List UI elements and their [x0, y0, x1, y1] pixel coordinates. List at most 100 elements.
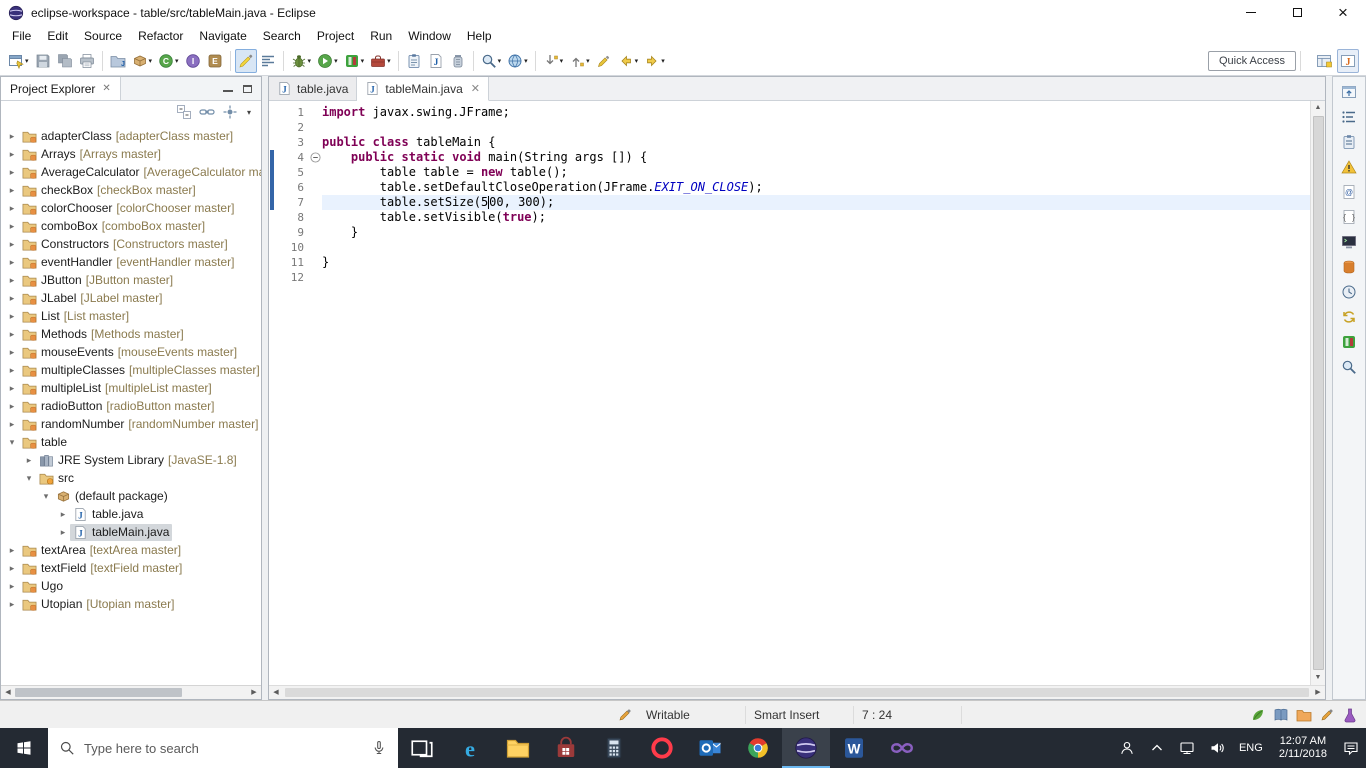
- scroll-track[interactable]: [15, 686, 247, 699]
- taskbar-chrome-icon[interactable]: [734, 728, 782, 768]
- mark-occurrences-button[interactable]: [234, 48, 257, 73]
- tree-item-textarea[interactable]: ▸ textArea [textArea master]: [1, 541, 261, 559]
- new-wizard-button[interactable]: ▾: [5, 49, 32, 73]
- dropdown-arrow-icon[interactable]: ▾: [586, 57, 590, 65]
- fold-collapse-icon[interactable]: [310, 152, 321, 163]
- new-task-button[interactable]: [403, 49, 425, 73]
- dropdown-arrow-icon[interactable]: ▾: [524, 57, 528, 65]
- tree-item-table-java[interactable]: ▸ table.java: [1, 505, 261, 523]
- taskbar-edge-icon[interactable]: [446, 728, 494, 768]
- microphone-icon[interactable]: [371, 740, 387, 756]
- menu-window[interactable]: Window: [400, 27, 459, 45]
- tree-item-jlabel[interactable]: ▸ JLabel [JLabel master]: [1, 289, 261, 307]
- problems-view-icon[interactable]: [1338, 157, 1360, 176]
- open-type-button[interactable]: [425, 49, 447, 73]
- close-tab-icon[interactable]: ✕: [471, 82, 480, 95]
- link-with-editor-icon[interactable]: [199, 104, 215, 120]
- next-annotation-button[interactable]: ▾: [540, 49, 567, 73]
- tree-item-table[interactable]: ▾ table: [1, 433, 261, 451]
- code-line-6[interactable]: 6 table.setDefaultCloseOperation(JFrame.…: [269, 180, 1310, 195]
- code-line-1[interactable]: 1 import javax.swing.JFrame;: [269, 105, 1310, 120]
- tree-item-radiobutton[interactable]: ▸ radioButton [radioButton master]: [1, 397, 261, 415]
- coverage-view-icon[interactable]: [1338, 332, 1360, 351]
- scroll-down-icon[interactable]: ▼: [1315, 671, 1322, 685]
- tree-item-ugo[interactable]: ▸ Ugo: [1, 577, 261, 595]
- scroll-up-icon[interactable]: ▲: [1315, 101, 1322, 115]
- menu-help[interactable]: Help: [459, 27, 500, 45]
- tree-item-checkbox[interactable]: ▸ checkBox [checkBox master]: [1, 181, 261, 199]
- menu-search[interactable]: Search: [255, 27, 309, 45]
- code-line-10[interactable]: 10: [269, 240, 1310, 255]
- dropdown-arrow-icon[interactable]: ▾: [361, 57, 365, 65]
- menu-edit[interactable]: Edit: [39, 27, 76, 45]
- view-menu-icon[interactable]: ▾: [245, 108, 253, 117]
- collapse-all-icon[interactable]: [176, 104, 192, 120]
- tree-item-constructors[interactable]: ▸ Constructors [Constructors master]: [1, 235, 261, 253]
- scroll-left-icon[interactable]: ◀: [269, 686, 283, 700]
- dropdown-arrow-icon[interactable]: ▾: [387, 57, 391, 65]
- new-package-button[interactable]: ▾: [129, 49, 156, 73]
- leaf-icon[interactable]: [1250, 707, 1266, 723]
- dropdown-arrow-icon[interactable]: ▾: [635, 57, 639, 65]
- taskbar-file-explorer-icon[interactable]: [494, 728, 542, 768]
- taskbar-microsoft-store-icon[interactable]: [542, 728, 590, 768]
- dropdown-arrow-icon[interactable]: ▾: [25, 57, 29, 65]
- chevron-icon[interactable]: ▸: [5, 545, 19, 556]
- chevron-icon[interactable]: ▸: [5, 329, 19, 340]
- pencil-icon[interactable]: [1319, 707, 1335, 723]
- volume-icon[interactable]: [1202, 740, 1232, 756]
- history-view-icon[interactable]: [1338, 282, 1360, 301]
- language-indicator[interactable]: ENG: [1232, 742, 1270, 754]
- forward-button[interactable]: ▾: [641, 49, 668, 73]
- minimize-view-icon[interactable]: [223, 85, 233, 92]
- taskbar-task-view-icon[interactable]: [398, 728, 446, 768]
- book-icon[interactable]: [1273, 707, 1289, 723]
- chevron-icon[interactable]: ▸: [5, 185, 19, 196]
- run-external-tools-button[interactable]: ▾: [367, 49, 394, 73]
- dropdown-arrow-icon[interactable]: ▾: [661, 57, 665, 65]
- code-line-11[interactable]: 11}: [269, 255, 1310, 270]
- maximize-button[interactable]: [1274, 0, 1320, 25]
- chevron-icon[interactable]: ▸: [5, 275, 19, 286]
- tree-item-list[interactable]: ▸ List [List master]: [1, 307, 261, 325]
- create-jar-button[interactable]: [447, 49, 469, 73]
- tree-item-averagecalculator[interactable]: ▸ AverageCalculator[AverageCalculator mas…: [1, 163, 261, 181]
- print-button[interactable]: [76, 49, 98, 73]
- code-line-5[interactable]: 5 table table = new table();: [269, 165, 1310, 180]
- quick-access-button[interactable]: Quick Access: [1207, 50, 1296, 71]
- git-staging-view-icon[interactable]: [1338, 257, 1360, 276]
- new-interface-button[interactable]: [182, 49, 204, 73]
- tree-item-eventhandler[interactable]: ▸ eventHandler [eventHandler master]: [1, 253, 261, 271]
- chevron-icon[interactable]: ▸: [5, 221, 19, 232]
- dropdown-arrow-icon[interactable]: ▾: [560, 57, 564, 65]
- tree-item-methods[interactable]: ▸ Methods [Methods master]: [1, 325, 261, 343]
- search-view-icon[interactable]: [1338, 357, 1360, 376]
- format-source-button[interactable]: [257, 49, 279, 73]
- code-editor[interactable]: 1 import javax.swing.JFrame; 2 3 public clas…: [269, 101, 1310, 685]
- close-view-icon[interactable]: ✕: [102, 83, 110, 94]
- taskbar-eclipse-icon[interactable]: [782, 728, 830, 768]
- scroll-thumb[interactable]: [285, 688, 1309, 697]
- tree-item-utopian[interactable]: ▸ Utopian [Utopian master]: [1, 595, 261, 613]
- scroll-right-icon[interactable]: ▶: [1311, 686, 1325, 700]
- javadoc-view-icon[interactable]: [1338, 182, 1360, 201]
- taskbar-calculator-icon[interactable]: [590, 728, 638, 768]
- editor-vertical-scrollbar[interactable]: ▲ ▼: [1310, 101, 1325, 685]
- chevron-icon[interactable]: ▸: [5, 293, 19, 304]
- menu-refactor[interactable]: Refactor: [130, 27, 191, 45]
- code-line-2[interactable]: 2: [269, 120, 1310, 135]
- editor-tab-tablemain-java[interactable]: tableMain.java ✕: [357, 77, 489, 101]
- last-edit-location-button[interactable]: [593, 49, 615, 73]
- taskbar-opera-icon[interactable]: [638, 728, 686, 768]
- code-line-4[interactable]: 4 public static void main(String args []…: [269, 150, 1310, 165]
- save-all-button[interactable]: [54, 49, 76, 73]
- menu-source[interactable]: Source: [76, 27, 130, 45]
- focus-on-active-task-icon[interactable]: [222, 104, 238, 120]
- taskbar-visual-studio-icon[interactable]: [878, 728, 926, 768]
- chevron-icon[interactable]: ▸: [22, 455, 36, 466]
- tree-item-jbutton[interactable]: ▸ JButton [JButton master]: [1, 271, 261, 289]
- chevron-icon[interactable]: ▸: [5, 401, 19, 412]
- taskbar-outlook-icon[interactable]: [686, 728, 734, 768]
- console-view-icon[interactable]: [1338, 232, 1360, 251]
- task-list-view-icon[interactable]: [1338, 132, 1360, 151]
